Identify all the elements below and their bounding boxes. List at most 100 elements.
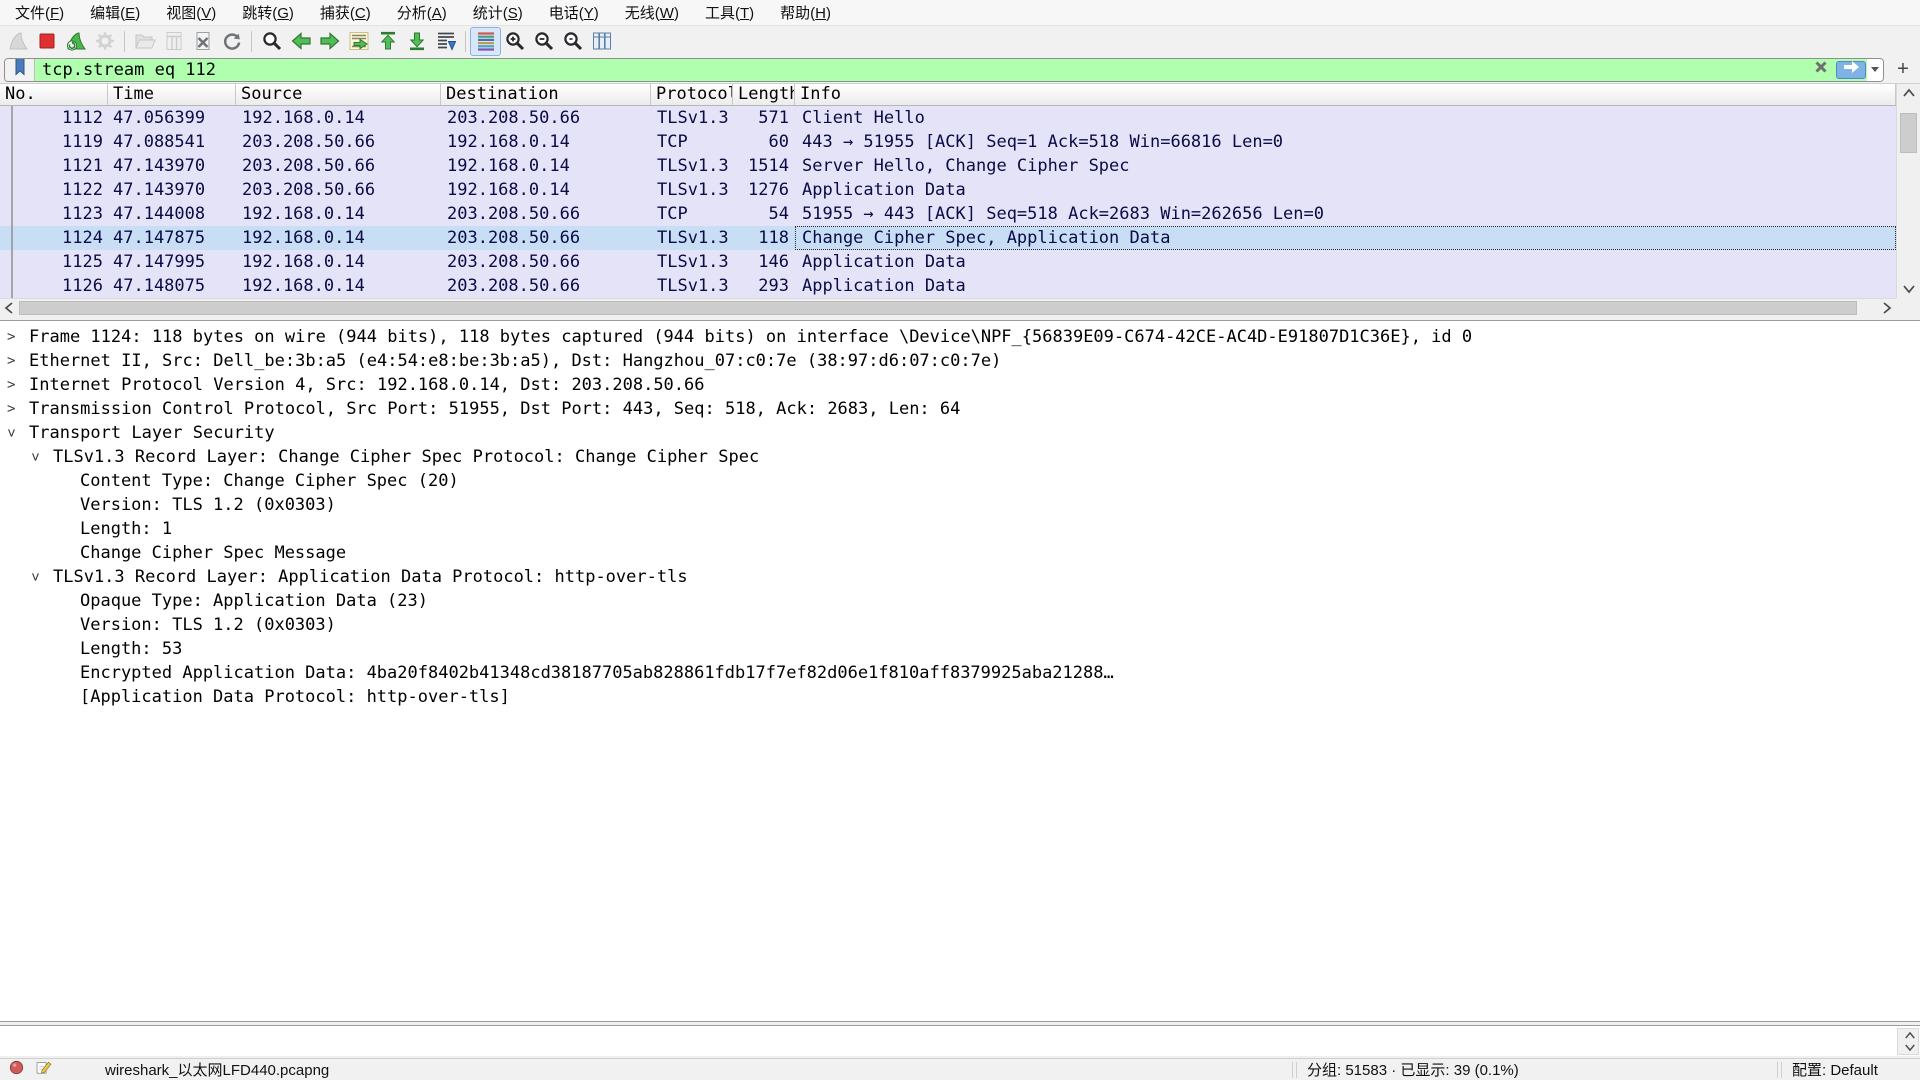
detail-line-15[interactable]: [Application Data Protocol: http-over-tl… [0,685,1920,709]
scroll-down-arrow-icon[interactable] [1897,280,1920,298]
packet-row-1121[interactable]: 112147.143970203.208.50.66192.168.0.14TL… [0,154,1896,178]
go-forward-icon[interactable] [315,28,344,55]
cell-no[interactable]: 1124 [0,226,108,250]
packet-list-vscrollbar[interactable] [1896,84,1920,298]
cell-time[interactable]: 47.143970 [108,178,236,202]
cell-info[interactable]: 443 → 51955 [ACK] Seq=1 Ack=518 Win=6681… [795,130,1896,154]
packet-row-1125[interactable]: 112547.147995192.168.0.14203.208.50.66TL… [0,250,1896,274]
go-first-packet-icon[interactable] [373,28,402,55]
auto-scroll-icon[interactable] [431,28,460,55]
cell-len[interactable]: 146 [733,250,795,274]
cell-time[interactable]: 47.148075 [108,274,236,298]
menu-item-c[interactable]: 捕获(C) [307,0,384,26]
cell-proto[interactable]: TCP [651,130,733,154]
expander-open-icon[interactable]: > [23,573,47,581]
zoom-reset-icon[interactable] [558,28,587,55]
expander-open-icon[interactable]: > [0,429,23,437]
detail-line-3[interactable]: >Transmission Control Protocol, Src Port… [0,397,1920,421]
expander-closed-icon[interactable]: > [7,349,15,373]
cell-len[interactable]: 60 [733,130,795,154]
packet-row-1119[interactable]: 111947.088541203.208.50.66192.168.0.14TC… [0,130,1896,154]
clear-filter-button[interactable] [1808,59,1834,81]
display-filter-input[interactable] [35,59,1808,81]
vscroll-thumb[interactable] [1900,113,1917,153]
cell-info[interactable]: Change Cipher Spec, Application Data [795,226,1896,250]
cell-info[interactable]: Application Data [795,274,1896,298]
cell-src[interactable]: 203.208.50.66 [236,178,441,202]
cell-info[interactable]: Server Hello, Change Cipher Spec [795,154,1896,178]
go-last-packet-icon[interactable] [402,28,431,55]
detail-line-4[interactable]: >Transport Layer Security [0,421,1920,445]
detail-line-0[interactable]: >Frame 1124: 118 bytes on wire (944 bits… [0,325,1920,349]
add-filter-button[interactable]: + [1890,58,1916,82]
cell-info[interactable]: Application Data [795,250,1896,274]
cell-dst[interactable]: 203.208.50.66 [441,250,651,274]
expander-closed-icon[interactable]: > [7,373,15,397]
cell-len[interactable]: 54 [733,202,795,226]
expander-closed-icon[interactable]: > [7,397,15,421]
column-header-destination[interactable]: Destination [441,84,651,105]
cell-time[interactable]: 47.147875 [108,226,236,250]
cell-len[interactable]: 1276 [733,178,795,202]
cell-dst[interactable]: 203.208.50.66 [441,226,651,250]
cell-proto[interactable]: TLSv1.3 [651,154,733,178]
hscroll-thumb[interactable] [19,301,1857,315]
column-header-info[interactable]: Info [795,84,1896,105]
column-header-source[interactable]: Source [236,84,441,105]
menu-item-a[interactable]: 分析(A) [384,0,460,26]
cell-no[interactable]: 1125 [0,250,108,274]
menu-item-h[interactable]: 帮助(H) [767,0,844,26]
cell-proto[interactable]: TLSv1.3 [651,178,733,202]
packet-row-1124[interactable]: 112447.147875192.168.0.14203.208.50.66TL… [0,226,1896,250]
cell-dst[interactable]: 203.208.50.66 [441,106,651,130]
cell-proto[interactable]: TLSv1.3 [651,226,733,250]
profile-label[interactable]: 配置: Default [1792,1059,1912,1080]
cell-info[interactable]: 51955 → 443 [ACK] Seq=518 Ack=2683 Win=2… [795,202,1896,226]
cell-len[interactable]: 293 [733,274,795,298]
column-header-length[interactable]: Length [733,84,795,105]
stop-capture-icon[interactable] [32,28,61,55]
cell-time[interactable]: 47.143970 [108,154,236,178]
packet-list-hscrollbar[interactable] [0,298,1896,316]
cell-src[interactable]: 192.168.0.14 [236,202,441,226]
menu-item-w[interactable]: 无线(W) [612,0,692,26]
close-file-icon[interactable] [188,28,217,55]
cell-no[interactable]: 1121 [0,154,108,178]
resize-columns-icon[interactable] [587,28,616,55]
detail-line-8[interactable]: Length: 1 [0,517,1920,541]
menu-item-s[interactable]: 统计(S) [460,0,536,26]
detail-line-7[interactable]: Version: TLS 1.2 (0x0303) [0,493,1920,517]
filter-history-dropdown[interactable] [1867,59,1883,81]
cell-dst[interactable]: 192.168.0.14 [441,130,651,154]
packet-row-1122[interactable]: 112247.143970203.208.50.66192.168.0.14TL… [0,178,1896,202]
cell-src[interactable]: 192.168.0.14 [236,226,441,250]
packet-row-1112[interactable]: 111247.056399192.168.0.14203.208.50.66TL… [0,106,1896,130]
detail-line-10[interactable]: >TLSv1.3 Record Layer: Application Data … [0,565,1920,589]
bytes-vscrollbar[interactable] [1897,1028,1919,1055]
scroll-right-arrow-icon[interactable] [1878,299,1896,317]
menu-item-v[interactable]: 视图(V) [153,0,229,26]
expert-info-icon[interactable] [8,1059,25,1080]
detail-line-5[interactable]: >TLSv1.3 Record Layer: Change Cipher Spe… [0,445,1920,469]
colorize-icon[interactable] [471,28,500,55]
packet-row-1123[interactable]: 112347.144008192.168.0.14203.208.50.66TC… [0,202,1896,226]
scroll-left-arrow-icon[interactable] [0,299,18,317]
cell-src[interactable]: 203.208.50.66 [236,130,441,154]
cell-no[interactable]: 1126 [0,274,108,298]
cell-no[interactable]: 1122 [0,178,108,202]
cell-len[interactable]: 571 [733,106,795,130]
cell-len[interactable]: 118 [733,226,795,250]
scroll-up-arrow-icon[interactable] [1897,84,1920,102]
cell-proto[interactable]: TLSv1.3 [651,250,733,274]
cell-dst[interactable]: 192.168.0.14 [441,154,651,178]
expander-open-icon[interactable]: > [23,453,47,461]
column-header-no[interactable]: No. [0,84,108,105]
cell-dst[interactable]: 203.208.50.66 [441,274,651,298]
cell-proto[interactable]: TLSv1.3 [651,106,733,130]
menu-item-e[interactable]: 编辑(E) [77,0,153,26]
packet-row-1126[interactable]: 112647.148075192.168.0.14203.208.50.66TL… [0,274,1896,298]
filter-bookmark-button[interactable] [5,59,35,81]
detail-line-9[interactable]: Change Cipher Spec Message [0,541,1920,565]
bytes-scroll-down-icon[interactable] [1898,1041,1920,1054]
cell-no[interactable]: 1123 [0,202,108,226]
